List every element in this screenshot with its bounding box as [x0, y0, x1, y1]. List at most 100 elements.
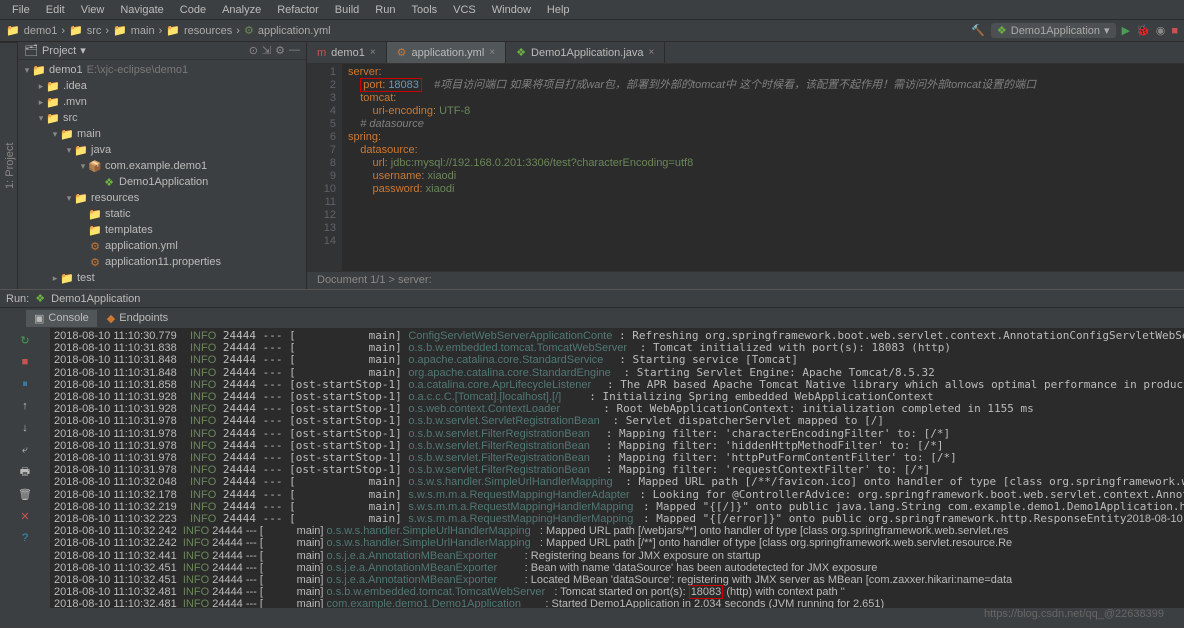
spring-icon: ❖	[997, 24, 1007, 37]
tree-src[interactable]: src	[63, 112, 78, 124]
up-icon[interactable]: ↑	[17, 398, 33, 414]
tab-endpoints[interactable]: ◆ Endpoints	[99, 310, 176, 327]
soft-wrap-icon[interactable]: ⤶	[17, 442, 33, 458]
tree-java[interactable]: java	[91, 144, 111, 156]
navigation-bar: 📁demo1 › 📁src › 📁main › 📁resources › ⚙ap…	[0, 20, 1184, 42]
tree-pkg[interactable]: com.example.demo1	[105, 160, 207, 172]
tree-resources[interactable]: resources	[91, 192, 139, 204]
run-config-label: Demo1Application	[1011, 25, 1100, 37]
tab-demo1[interactable]: m demo1 ×	[307, 42, 387, 63]
editor-breadcrumb: Document 1/1 > server:	[307, 271, 1184, 289]
tree-app-class[interactable]: Demo1Application	[119, 176, 208, 188]
project-icon: 🗂	[24, 44, 38, 57]
tree-mvn[interactable]: .mvn	[63, 96, 87, 108]
crumb-file[interactable]: application.yml	[258, 25, 331, 37]
menu-run[interactable]: Run	[367, 2, 403, 18]
tree-yml[interactable]: application.yml	[105, 240, 178, 252]
down-icon[interactable]: ↓	[17, 420, 33, 436]
yaml-icon: ⚙	[244, 24, 254, 37]
project-tree[interactable]: ▾📁demo1E:\xjc-eclipse\demo1 ▸📁.idea ▸📁.m…	[18, 60, 306, 289]
hide-icon[interactable]: —	[289, 44, 300, 57]
help-icon[interactable]: ?	[17, 530, 33, 546]
debug-button[interactable]: 🐞	[1136, 24, 1150, 37]
folder-icon: 📁	[69, 24, 83, 37]
tab-label: Endpoints	[119, 312, 168, 324]
menu-window[interactable]: Window	[484, 2, 539, 18]
breadcrumb[interactable]: 📁demo1 › 📁src › 📁main › 📁resources › ⚙ap…	[6, 24, 331, 37]
tree-static[interactable]: static	[105, 208, 131, 220]
tree-main[interactable]: main	[77, 128, 101, 140]
stop-button[interactable]: ■	[1171, 25, 1178, 37]
run-toolbar: ↻ ■ ⏸ ↑ ↓ ⤶ 🖶 🗑 ✕ ?	[0, 328, 50, 608]
crumb-main[interactable]: main	[131, 25, 155, 37]
folder-icon: 📁	[113, 24, 127, 37]
editor-area: mdemo1× ⚙application.yml× ❖Demo1Applicat…	[307, 42, 1184, 289]
close-icon[interactable]: ×	[370, 47, 376, 58]
stop-button[interactable]: ■	[17, 354, 33, 370]
rerun-button[interactable]: ↻	[17, 332, 33, 348]
console-icon: ▣	[34, 312, 44, 325]
menu-build[interactable]: Build	[327, 2, 367, 18]
crumb-src[interactable]: src	[87, 25, 102, 37]
tree-templates[interactable]: templates	[105, 224, 153, 236]
build-icon[interactable]: 🔨	[971, 24, 985, 37]
close-icon[interactable]: ×	[649, 47, 655, 58]
folder-icon: 📁	[6, 24, 20, 37]
tab-label: Console	[48, 312, 88, 324]
line-gutter: 1234567891011121314	[307, 64, 342, 271]
maven-icon: m	[317, 47, 326, 59]
expand-icon[interactable]: ⇲	[262, 44, 271, 57]
menu-code[interactable]: Code	[172, 2, 214, 18]
menu-edit[interactable]: Edit	[38, 2, 73, 18]
menu-help[interactable]: Help	[539, 2, 578, 18]
run-config-name: Demo1Application	[51, 293, 140, 305]
close-icon[interactable]: ×	[489, 47, 495, 58]
console-output[interactable]: 2018-08-10 11:10:30.779 INFO 24444 --- […	[50, 328, 1184, 608]
menu-tools[interactable]: Tools	[403, 2, 445, 18]
tab-label: Demo1Application.java	[531, 47, 644, 59]
tree-root[interactable]: demo1	[49, 64, 83, 76]
menu-refactor[interactable]: Refactor	[269, 2, 327, 18]
project-panel: 🗂 Project ▾ ⊙ ⇲ ⚙ — ▾📁demo1E:\xjc-eclips…	[18, 42, 307, 289]
close-red-icon[interactable]: ✕	[17, 508, 33, 524]
tree-props[interactable]: application11.properties	[105, 256, 221, 268]
editor[interactable]: 1234567891011121314 server: port: 18083 …	[307, 64, 1184, 271]
pause-icon[interactable]: ⏸	[17, 376, 33, 392]
code-area[interactable]: server: port: 18083 #项目访问端口 如果将项目打成war包，…	[342, 64, 1184, 271]
tree-target[interactable]: target	[63, 288, 91, 289]
panel-title: Project	[42, 45, 76, 57]
menu-file[interactable]: File	[4, 2, 38, 18]
tree-test[interactable]: test	[77, 272, 95, 284]
tab-label: application.yml	[412, 47, 485, 59]
coverage-button[interactable]: ◉	[1156, 24, 1166, 37]
tab-demo1application[interactable]: ❖Demo1Application.java×	[506, 42, 665, 63]
endpoints-icon: ◆	[107, 312, 115, 325]
editor-tabs: mdemo1× ⚙application.yml× ❖Demo1Applicat…	[307, 42, 1184, 64]
settings-icon[interactable]: ⚙	[275, 44, 285, 57]
toolbar-right: 🔨 ❖ Demo1Application ▾ ▶ 🐞 ◉ ■	[971, 23, 1178, 38]
tree-idea[interactable]: .idea	[63, 80, 87, 92]
menu-vcs[interactable]: VCS	[445, 2, 484, 18]
spring-icon: ❖	[35, 292, 45, 305]
print-icon[interactable]: 🖶	[17, 464, 33, 480]
watermark: https://blog.csdn.net/qq_@22638399	[984, 608, 1164, 620]
run-label: Run:	[6, 293, 29, 305]
tab-label: demo1	[331, 47, 365, 59]
tree-root-path: E:\xjc-eclipse\demo1	[87, 64, 189, 76]
crumb-resources[interactable]: resources	[184, 25, 232, 37]
clear-icon[interactable]: 🗑	[17, 486, 33, 502]
run-button[interactable]: ▶	[1122, 24, 1130, 37]
crumb-project[interactable]: demo1	[24, 25, 58, 37]
run-config-selector[interactable]: ❖ Demo1Application ▾	[991, 23, 1116, 38]
tab-console[interactable]: ▣ Console	[26, 310, 97, 327]
menu-bar: File Edit View Navigate Code Analyze Ref…	[0, 0, 1184, 20]
menu-navigate[interactable]: Navigate	[112, 2, 171, 18]
yaml-icon: ⚙	[397, 46, 407, 59]
tab-application-yml[interactable]: ⚙ application.yml ×	[387, 42, 506, 63]
tool-project[interactable]: 1: Project	[3, 42, 17, 289]
menu-view[interactable]: View	[73, 2, 113, 18]
tool-structure[interactable]: 7: Structure	[0, 42, 3, 289]
collapse-icon[interactable]: ⊙	[249, 44, 258, 57]
folder-icon: 📁	[166, 24, 180, 37]
menu-analyze[interactable]: Analyze	[214, 2, 269, 18]
